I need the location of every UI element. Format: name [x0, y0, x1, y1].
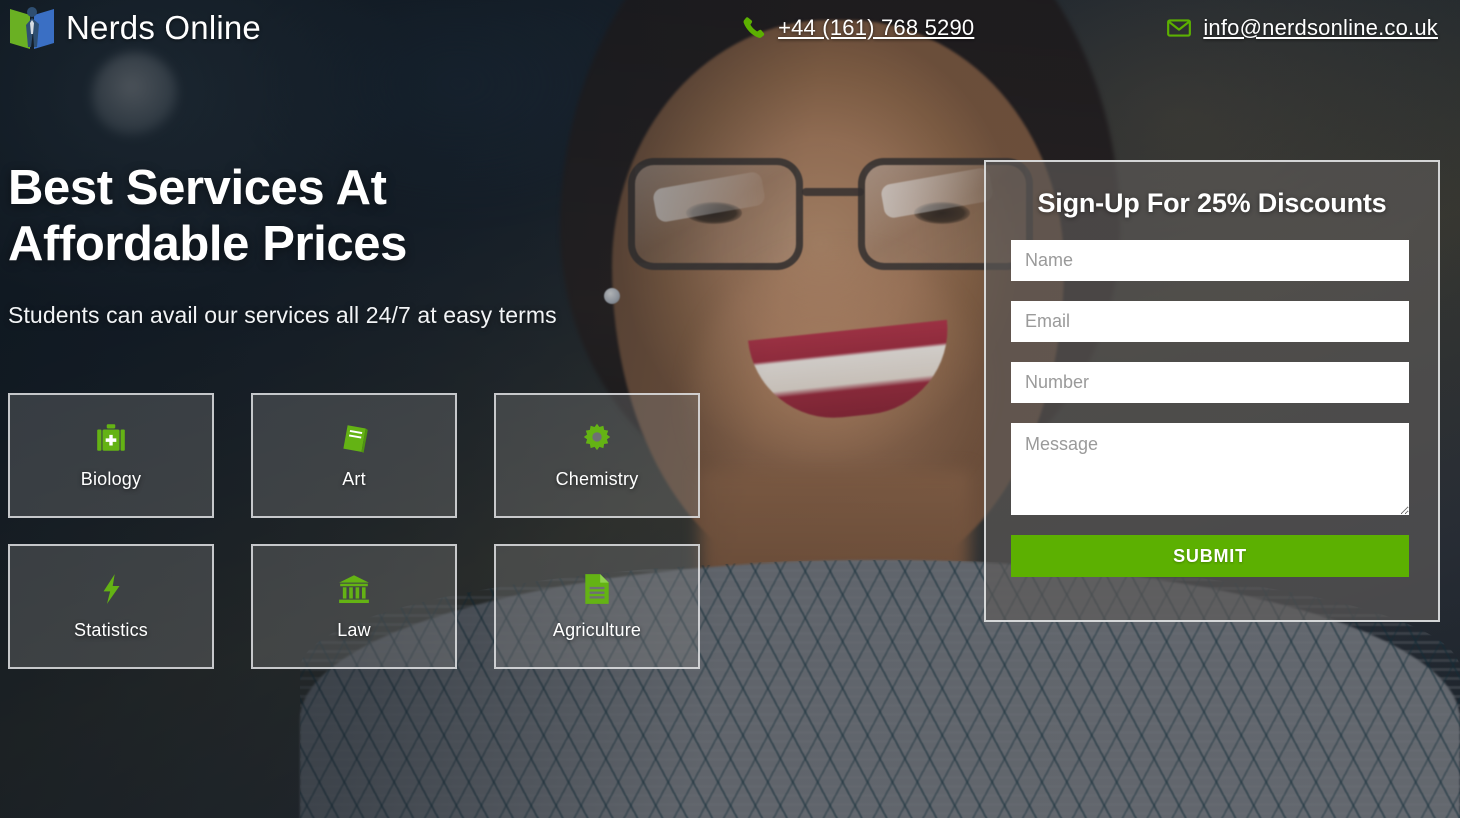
- subject-label: Art: [342, 469, 366, 489]
- signup-title: Sign-Up For 25% Discounts: [1037, 188, 1387, 218]
- subject-label: Agriculture: [552, 620, 642, 640]
- book-icon: [343, 425, 368, 453]
- subject-card-statistics[interactable]: Statistics: [8, 544, 214, 669]
- subject-card-agriculture[interactable]: Agriculture: [494, 544, 700, 669]
- message-textarea[interactable]: [1011, 423, 1409, 515]
- subject-card-grid: Biology Art Chemistry Statistics Law Agr…: [8, 393, 700, 669]
- phone-link[interactable]: +44 (161) 768 5290: [741, 15, 974, 41]
- name-input[interactable]: [1011, 240, 1409, 281]
- email-input[interactable]: [1011, 301, 1409, 342]
- signup-form-panel: Sign-Up For 25% Discounts SUBMIT: [984, 160, 1440, 622]
- signup-form: SUBMIT: [1011, 240, 1413, 577]
- lightning-bolt-icon: [103, 574, 120, 604]
- gear-icon: [583, 423, 611, 451]
- subject-card-law[interactable]: Law: [251, 544, 457, 669]
- phone-icon: [743, 17, 765, 38]
- hero-heading: Best Services At Affordable Prices: [8, 160, 557, 272]
- brand-logo[interactable]: Nerds Online: [8, 3, 261, 53]
- subject-label: Law: [337, 620, 371, 640]
- contact-group: +44 (161) 768 5290 info@nerdsonline.co.u…: [741, 15, 1438, 41]
- email-link[interactable]: info@nerdsonline.co.uk: [1166, 15, 1438, 41]
- number-input[interactable]: [1011, 362, 1409, 403]
- hero-heading-line-1: Best Services At: [8, 161, 387, 215]
- envelope-icon: [1167, 19, 1192, 37]
- subject-card-biology[interactable]: Biology: [8, 393, 214, 518]
- document-lines-icon: [585, 574, 609, 604]
- bank-columns-icon: [339, 575, 369, 604]
- landing-page: Nerds Online +44 (161) 768 5290 info@ner…: [0, 0, 1460, 818]
- hero-subheading: Students can avail our services all 24/7…: [8, 302, 557, 328]
- open-book-person-logo-icon: [10, 7, 54, 49]
- submit-button[interactable]: SUBMIT: [1011, 535, 1409, 577]
- hero-heading-line-2: Affordable Prices: [8, 217, 407, 271]
- email-address: info@nerdsonline.co.uk: [1203, 15, 1438, 40]
- phone-number: +44 (161) 768 5290: [778, 15, 975, 40]
- top-bar: Nerds Online +44 (161) 768 5290 info@ner…: [0, 0, 1460, 56]
- hero-section: Best Services At Affordable Prices Stude…: [8, 160, 557, 329]
- subject-card-art[interactable]: Art: [251, 393, 457, 518]
- brand-name: Nerds Online: [66, 9, 261, 46]
- medical-briefcase-icon: [97, 424, 125, 451]
- subject-label: Chemistry: [555, 469, 639, 489]
- subject-label: Statistics: [73, 620, 149, 640]
- subject-card-chemistry[interactable]: Chemistry: [494, 393, 700, 518]
- subject-label: Biology: [80, 469, 142, 489]
